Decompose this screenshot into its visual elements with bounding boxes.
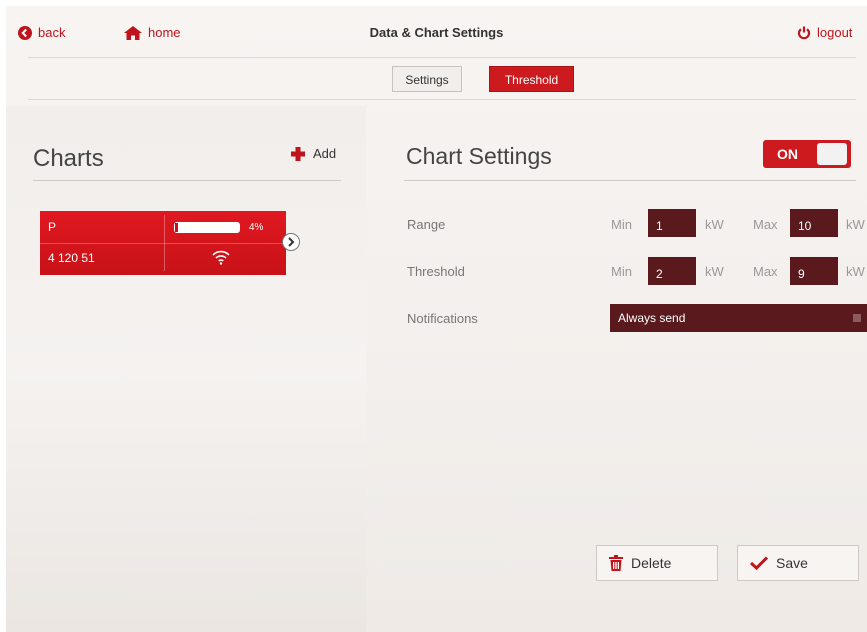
top-bar: back home Data & Chart Settings logout xyxy=(6,6,867,61)
chart-name: P xyxy=(48,220,57,234)
threshold-min-input[interactable]: 2 xyxy=(648,257,696,285)
chevron-right-icon xyxy=(288,237,295,247)
threshold-label: Threshold xyxy=(407,264,465,279)
threshold-max-unit: kW xyxy=(846,264,865,279)
range-min-input[interactable]: 1 xyxy=(648,209,696,237)
charts-title: Charts xyxy=(33,145,104,172)
plus-icon xyxy=(291,146,305,161)
logout-label: logout xyxy=(817,25,853,40)
toggle-label: ON xyxy=(777,146,798,162)
toggle-knob xyxy=(817,143,847,165)
save-label: Save xyxy=(776,555,808,571)
trash-icon xyxy=(609,555,623,571)
add-chart-button[interactable]: Add xyxy=(291,146,336,161)
page-title: Data & Chart Settings xyxy=(369,25,504,40)
delete-label: Delete xyxy=(631,555,672,571)
chart-id: 4 120 51 xyxy=(48,251,95,265)
threshold-min-unit: kW xyxy=(705,264,724,279)
range-label: Range xyxy=(407,217,446,232)
notifications-select[interactable]: Always send xyxy=(610,304,867,332)
app-frame: back home Data & Chart Settings logout S… xyxy=(6,6,867,632)
delete-button[interactable]: Delete xyxy=(596,545,718,581)
range-max-label: Max xyxy=(753,217,778,232)
range-min-unit: kW xyxy=(705,217,724,232)
threshold-min-label: Min xyxy=(611,264,632,279)
save-button[interactable]: Save xyxy=(737,545,859,581)
tab-settings[interactable]: Settings xyxy=(392,66,462,92)
card-divider xyxy=(164,215,165,271)
settings-divider xyxy=(404,180,856,181)
logout-button[interactable]: logout xyxy=(797,25,852,40)
chart-detail-arrow[interactable] xyxy=(282,233,300,251)
threshold-max-input[interactable]: 9 xyxy=(790,257,838,285)
wifi-icon xyxy=(212,250,230,265)
battery-fill xyxy=(175,223,178,232)
tab-threshold[interactable]: Threshold xyxy=(489,66,574,92)
notifications-value: Always send xyxy=(618,311,686,325)
add-label: Add xyxy=(313,146,337,161)
dropdown-handle-icon xyxy=(853,314,861,322)
charts-panel xyxy=(6,106,366,632)
header-divider xyxy=(28,57,856,58)
threshold-max-label: Max xyxy=(753,264,778,279)
notifications-label: Notifications xyxy=(407,311,478,326)
range-max-unit: kW xyxy=(846,217,865,232)
tabs-divider xyxy=(28,99,856,100)
battery-percent: 4% xyxy=(249,222,264,233)
settings-toggle[interactable]: ON xyxy=(763,140,851,168)
battery-icon xyxy=(174,222,240,233)
range-max-input[interactable]: 10 xyxy=(790,209,838,237)
chart-card[interactable]: P 4% 4 120 51 xyxy=(40,211,286,275)
power-icon xyxy=(797,26,811,39)
charts-divider xyxy=(33,180,341,181)
range-min-label: Min xyxy=(611,217,632,232)
checkmark-icon xyxy=(750,556,768,570)
chart-settings-title: Chart Settings xyxy=(406,143,552,169)
